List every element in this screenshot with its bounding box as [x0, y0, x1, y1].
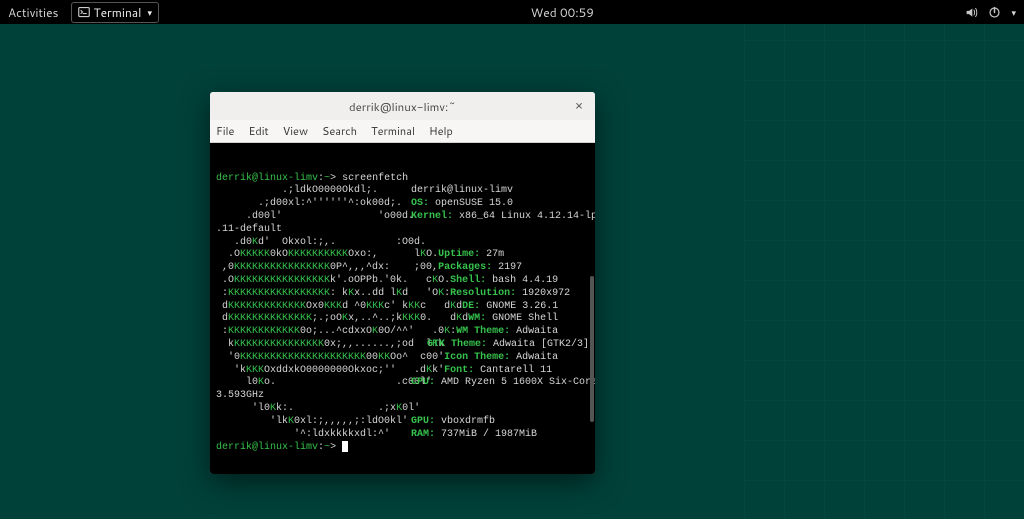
menu-file[interactable]: File [216, 123, 234, 139]
status-menu[interactable]: ▾ [965, 6, 1016, 19]
current-app-indicator[interactable]: Terminal ▾ [71, 2, 159, 23]
menu-search[interactable]: Search [322, 123, 357, 139]
window-title: derrik@linux-limv:~ [349, 98, 456, 115]
menu-help[interactable]: Help [429, 123, 453, 139]
scrollbar-thumb[interactable] [590, 276, 594, 421]
current-app-label: Terminal [94, 4, 142, 21]
scrollbar[interactable] [589, 147, 595, 470]
menu-edit[interactable]: Edit [248, 123, 268, 139]
clock[interactable]: Wed 00:59 [531, 4, 594, 21]
terminal-output[interactable]: derrik@linux-limv:~> screenfetch .;ldkO0… [210, 143, 595, 474]
chevron-down-icon: ▾ [1011, 6, 1016, 19]
volume-icon [965, 6, 978, 19]
activities-button[interactable]: Activities [8, 4, 59, 21]
chevron-down-icon: ▾ [147, 6, 152, 19]
menu-terminal[interactable]: Terminal [371, 123, 415, 139]
terminal-window: derrik@linux-limv:~ × File Edit View Search… [210, 92, 595, 474]
close-button[interactable]: × [571, 98, 587, 114]
text-cursor [342, 441, 348, 452]
terminal-icon [78, 6, 90, 18]
window-menubar: File Edit View Search Terminal Help [210, 120, 595, 143]
window-titlebar[interactable]: derrik@linux-limv:~ × [210, 92, 595, 120]
menu-view[interactable]: View [283, 123, 308, 139]
desktop-wallpaper-pattern [744, 0, 1024, 519]
gnome-top-bar: Activities Terminal ▾ Wed 00:59 ▾ [0, 0, 1024, 24]
power-icon [988, 6, 1001, 19]
